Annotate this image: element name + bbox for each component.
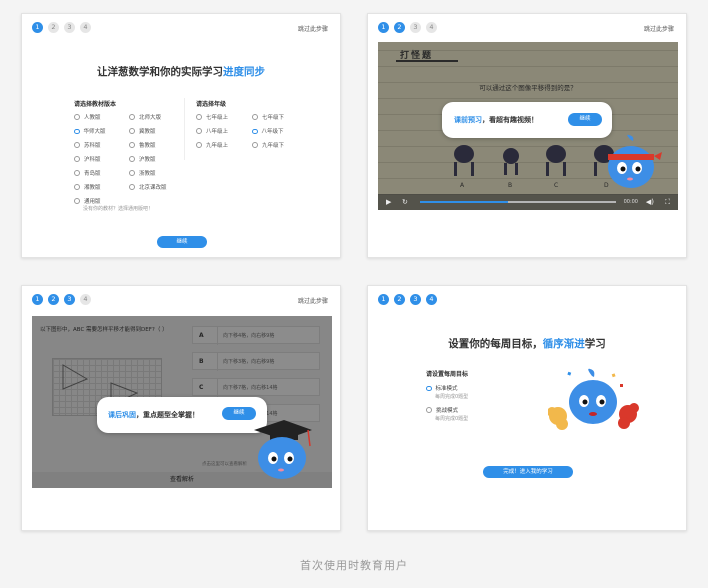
title-highlight: 循序渐进 bbox=[542, 338, 585, 350]
tip-bubble: 课前预习，看超有趣视频！ 继续 bbox=[442, 102, 612, 138]
tip-text: 课后巩固，重点题型全掌握！ bbox=[108, 410, 199, 420]
onboarding-screen-1: 1 2 3 4 跳过此步骤 让洋葱数学和你的实际学习进度同步 请选择教材版本 人… bbox=[21, 13, 341, 258]
volume-icon[interactable]: ◀) bbox=[646, 194, 654, 210]
continue-button[interactable]: 继续 bbox=[568, 113, 602, 126]
tip-text: 课前预习，看超有趣视频！ bbox=[454, 115, 538, 125]
textbook-option[interactable]: 冀教版 bbox=[129, 127, 156, 135]
step-dot: 3 bbox=[64, 294, 75, 305]
replay-icon[interactable]: ↻ bbox=[402, 194, 408, 210]
grade-option[interactable]: 八年级上 bbox=[196, 127, 228, 135]
option-label: A bbox=[460, 182, 465, 189]
fullscreen-icon[interactable]: ⛶ bbox=[665, 194, 670, 210]
step-dot: 3 bbox=[410, 294, 421, 305]
goal-option-selected[interactable]: 标准模式 bbox=[426, 384, 458, 392]
textbook-option[interactable]: 通用版 bbox=[74, 197, 101, 205]
title-text: 设置你的每周目标， bbox=[448, 338, 543, 350]
grade-option[interactable]: 九年级下 bbox=[252, 141, 284, 149]
continue-button[interactable]: 继续 bbox=[157, 236, 207, 248]
step-dot: 3 bbox=[64, 22, 75, 33]
step-dot: 1 bbox=[32, 294, 43, 305]
textbook-option[interactable]: 北京课改版 bbox=[129, 183, 167, 191]
option-label: C bbox=[554, 182, 559, 189]
textbook-option[interactable]: 沪教版 bbox=[129, 155, 156, 163]
skip-link[interactable]: 跳过此步骤 bbox=[298, 296, 328, 305]
textbook-option[interactable]: 鲁教版 bbox=[129, 141, 156, 149]
goal-section-title: 请设置每周目标 bbox=[426, 371, 469, 378]
onboarding-screen-4: 1 2 3 4 设置你的每周目标，循序渐进学习 请设置每周目标 标准模式 每周完… bbox=[367, 285, 687, 531]
step-dot: 3 bbox=[410, 22, 421, 33]
textbook-option[interactable]: 沪科版 bbox=[74, 155, 101, 163]
step-dot: 1 bbox=[378, 294, 389, 305]
column-divider bbox=[184, 98, 185, 160]
step-dot: 2 bbox=[394, 22, 405, 33]
page-title: 让洋葱数学和你的实际学习进度同步 bbox=[22, 64, 340, 79]
tip-highlight: 课前预习 bbox=[454, 116, 482, 124]
step-dot: 2 bbox=[394, 294, 405, 305]
title-underline bbox=[396, 60, 458, 62]
skip-link[interactable]: 跳过此步骤 bbox=[644, 24, 674, 33]
step-dot: 4 bbox=[426, 294, 437, 305]
tip-body: ，看超有趣视频！ bbox=[482, 116, 538, 124]
textbook-option[interactable]: 苏科版 bbox=[74, 141, 101, 149]
mascot-onion-cheerleader bbox=[548, 368, 639, 430]
textbook-option[interactable]: 人教版 bbox=[74, 113, 101, 121]
figure-caption: 首次使用时教育用户 bbox=[300, 559, 408, 572]
onboarding-screen-3: 1 2 3 4 跳过此步骤 以下图形中，ABC 需要怎样平移才能得到DEF?（ … bbox=[21, 285, 341, 531]
progress-bar[interactable] bbox=[420, 201, 616, 203]
onboarding-screen-2: 1 2 3 4 跳过此步骤 打怪题 可以通过这个图像平移得到的是？ A B C bbox=[367, 13, 687, 258]
tip-body: ，重点题型全掌握！ bbox=[136, 411, 199, 419]
title-text: 让洋葱数学和你的实际学习 bbox=[97, 66, 223, 78]
textbook-option[interactable]: 北师大版 bbox=[129, 113, 161, 121]
time-readout: 00:00 bbox=[623, 199, 638, 205]
page-title: 设置你的每周目标，循序渐进学习 bbox=[368, 336, 686, 351]
step-dot: 4 bbox=[426, 22, 437, 33]
step-indicator: 1 2 3 4 bbox=[378, 22, 437, 33]
grade-option[interactable]: 九年级上 bbox=[196, 141, 228, 149]
progress-fill bbox=[420, 201, 509, 203]
grade-section-title: 请选择年级 bbox=[196, 101, 227, 108]
textbook-option[interactable]: 浙教版 bbox=[129, 169, 156, 177]
mascot-onion-graduate bbox=[254, 420, 312, 479]
skip-link[interactable]: 跳过此步骤 bbox=[298, 24, 328, 33]
play-icon[interactable]: ▶ bbox=[386, 194, 391, 210]
step-dot: 1 bbox=[378, 22, 389, 33]
goal-option-desc: 每周完成0题型 bbox=[435, 416, 469, 422]
goal-option-desc: 每周完成0题型 bbox=[435, 394, 469, 400]
finish-button[interactable]: 完成！进入我的学习 bbox=[483, 466, 573, 478]
step-dot: 2 bbox=[48, 294, 59, 305]
textbook-option[interactable]: 湘教版 bbox=[74, 183, 101, 191]
grade-option-selected[interactable]: 八年级下 bbox=[252, 127, 284, 135]
video-question: 可以通过这个图像平移得到的是？ bbox=[479, 84, 577, 92]
step-dot: 1 bbox=[32, 22, 43, 33]
onboarding-board: 1 2 3 4 跳过此步骤 让洋葱数学和你的实际学习进度同步 请选择教材版本 人… bbox=[0, 0, 708, 588]
step-indicator: 1 2 3 4 bbox=[32, 294, 91, 305]
tip-highlight: 课后巩固 bbox=[108, 411, 136, 419]
textbook-section-title: 请选择教材版本 bbox=[74, 101, 117, 108]
step-indicator: 1 2 3 4 bbox=[32, 22, 91, 33]
video-player[interactable]: 打怪题 可以通过这个图像平移得到的是？ A B C D 课前预习，看超有趣视频！… bbox=[378, 42, 678, 210]
tip-bubble: 课后巩固，重点题型全掌握！ 继续 bbox=[97, 397, 267, 433]
textbook-option-selected[interactable]: 华师大版 bbox=[74, 127, 106, 135]
textbook-hint: 没有你的教材？选择通用版吧！ bbox=[83, 206, 154, 212]
textbook-option[interactable]: 青岛版 bbox=[74, 169, 101, 177]
step-indicator: 1 2 3 4 bbox=[378, 294, 437, 305]
grade-option[interactable]: 七年级上 bbox=[196, 113, 228, 121]
grade-option[interactable]: 七年级下 bbox=[252, 113, 284, 121]
step-dot: 4 bbox=[80, 294, 91, 305]
mascot-onion-ninja bbox=[608, 134, 662, 188]
step-dot: 4 bbox=[80, 22, 91, 33]
title-text-end: 学习 bbox=[584, 338, 606, 350]
title-highlight: 进度同步 bbox=[223, 66, 265, 78]
goal-option[interactable]: 挑战模式 bbox=[426, 406, 458, 414]
video-controls: ▶ ↻ 00:00 ◀) ⛶ bbox=[378, 194, 678, 210]
option-label: B bbox=[508, 182, 513, 189]
step-dot: 2 bbox=[48, 22, 59, 33]
